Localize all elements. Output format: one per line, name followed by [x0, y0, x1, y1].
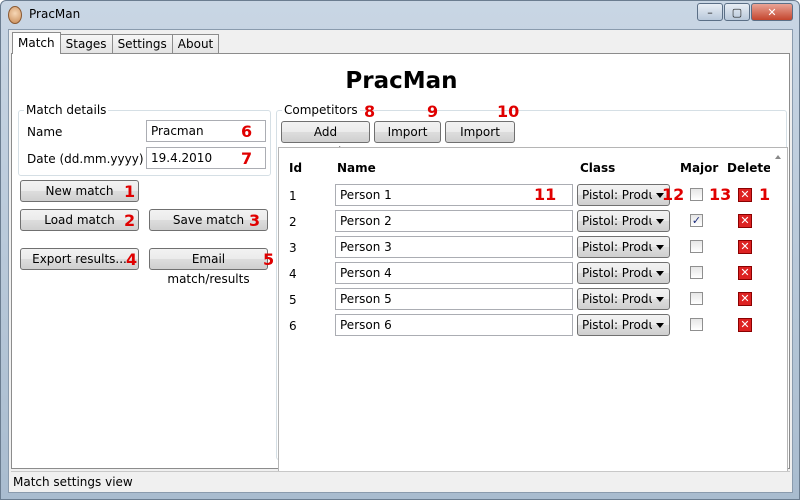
app-window: PracMan – ▢ ✕ Match Stages Settings Abou…: [0, 0, 800, 500]
annotation-11: 11: [534, 185, 557, 204]
row-id: 4: [289, 267, 297, 281]
class-dropdown[interactable]: Pistol: Production: [577, 288, 670, 310]
major-checkbox[interactable]: [690, 188, 703, 201]
window-title: PracMan: [29, 7, 81, 21]
status-bar: Match settings view: [11, 471, 790, 492]
class-dropdown[interactable]: Pistol: Production: [577, 314, 670, 336]
vertical-scrollbar[interactable]: [770, 148, 787, 487]
annotation-7: 7: [241, 149, 253, 168]
major-checkbox[interactable]: [690, 240, 703, 253]
annotation-9: 9: [427, 102, 439, 121]
column-header-major: Major: [680, 161, 719, 175]
major-checkbox[interactable]: [690, 318, 703, 331]
tab-strip: Match Stages Settings About: [12, 32, 220, 54]
chevron-down-icon: [656, 323, 664, 328]
window-controls: – ▢ ✕: [696, 3, 793, 21]
competitor-name-input[interactable]: Person 2: [335, 210, 573, 232]
import-xml-button[interactable]: Import XML: [445, 121, 515, 159]
minimize-button[interactable]: –: [697, 3, 723, 21]
competitor-name-input[interactable]: Person 5: [335, 288, 573, 310]
tab-settings[interactable]: Settings: [111, 34, 173, 54]
chevron-down-icon: [656, 297, 664, 302]
match-tab-panel: PracMan Match details Name Pracman Date …: [11, 53, 790, 488]
title-bar[interactable]: PracMan – ▢ ✕: [1, 1, 799, 29]
annotation-4: 4: [126, 250, 138, 269]
match-details-label: Match details: [24, 103, 109, 117]
tab-match[interactable]: Match: [12, 32, 61, 54]
competitor-name-input[interactable]: Person 6: [335, 314, 573, 336]
chevron-down-icon: [656, 271, 664, 276]
load-match-button[interactable]: Load match: [20, 209, 139, 231]
major-checkbox[interactable]: ✓: [690, 214, 703, 227]
close-button[interactable]: ✕: [751, 3, 793, 21]
class-dropdown-value: Pistol: Production: [582, 240, 652, 254]
new-match-button[interactable]: New match: [20, 180, 139, 202]
class-dropdown-value: Pistol: Production: [582, 292, 652, 306]
annotation-1: 1: [124, 182, 136, 201]
delete-icon[interactable]: ✕: [738, 318, 752, 332]
annotation-3: 3: [249, 211, 261, 230]
class-dropdown-value: Pistol: Production: [582, 266, 652, 280]
app-icon: [8, 6, 22, 24]
row-id: 6: [289, 319, 297, 333]
column-header-id: Id: [289, 161, 303, 175]
annotation-6: 6: [241, 122, 253, 141]
major-checkbox[interactable]: [690, 266, 703, 279]
row-id: 5: [289, 293, 297, 307]
competitor-name-input[interactable]: Person 3: [335, 236, 573, 258]
class-dropdown-value: Pistol: Production: [582, 188, 652, 202]
competitors-label: Competitors: [282, 103, 360, 117]
delete-icon[interactable]: ✕: [738, 292, 752, 306]
export-results-button[interactable]: Export results...: [20, 248, 139, 270]
email-match-button[interactable]: Email match/results: [149, 248, 268, 286]
competitors-grid: Id Name Class Major Delete 1 Person 1 Pi…: [278, 147, 788, 488]
chevron-down-icon: [656, 245, 664, 250]
client-area: Match Stages Settings About PracMan Matc…: [8, 29, 793, 493]
scroll-up-icon[interactable]: [775, 155, 781, 159]
row-id: 2: [289, 215, 297, 229]
annotation-10: 10: [497, 102, 520, 121]
class-dropdown[interactable]: Pistol: Production: [577, 210, 670, 232]
annotation-5: 5: [263, 250, 275, 269]
column-header-class: Class: [580, 161, 616, 175]
annotation-2: 2: [124, 211, 136, 230]
maximize-button[interactable]: ▢: [724, 3, 750, 21]
date-label: Date (dd.mm.yyyy): [27, 152, 144, 166]
row-id: 1: [289, 189, 297, 203]
delete-icon[interactable]: ✕: [738, 240, 752, 254]
tab-about[interactable]: About: [171, 34, 220, 54]
name-label: Name: [27, 125, 63, 139]
checkmark-icon: ✓: [691, 214, 702, 227]
delete-icon[interactable]: ✕: [738, 188, 752, 202]
column-header-delete: Delete: [727, 161, 772, 175]
class-dropdown-value: Pistol: Production: [582, 214, 652, 228]
annotation-12: 12: [662, 185, 685, 204]
class-dropdown[interactable]: Pistol: Production: [577, 184, 670, 206]
delete-icon[interactable]: ✕: [738, 266, 752, 280]
major-checkbox[interactable]: [690, 292, 703, 305]
column-header-name: Name: [337, 161, 376, 175]
import-csv-button[interactable]: Import CSV: [374, 121, 441, 159]
row-id: 3: [289, 241, 297, 255]
class-dropdown-value: Pistol: Production: [582, 318, 652, 332]
delete-icon[interactable]: ✕: [738, 214, 752, 228]
class-dropdown[interactable]: Pistol: Production: [577, 262, 670, 284]
competitor-name-input[interactable]: Person 4: [335, 262, 573, 284]
page-title: PracMan: [345, 68, 458, 94]
add-competitor-button[interactable]: Add competitor: [281, 121, 370, 159]
annotation-13: 13: [709, 185, 732, 204]
tab-stages[interactable]: Stages: [59, 34, 113, 54]
annotation-8: 8: [364, 102, 376, 121]
class-dropdown[interactable]: Pistol: Production: [577, 236, 670, 258]
chevron-down-icon: [656, 219, 664, 224]
